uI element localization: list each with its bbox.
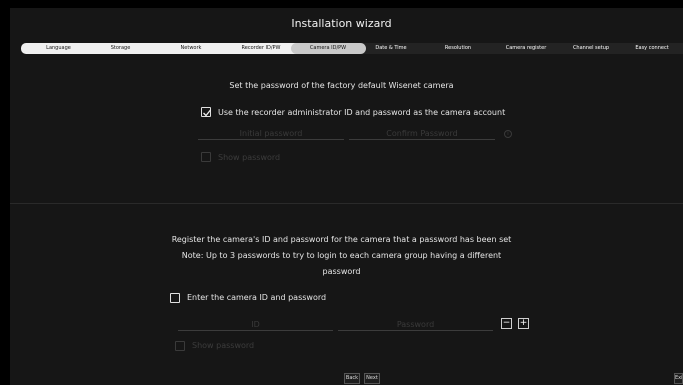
- step-channel-setup[interactable]: Channel setup: [556, 43, 626, 54]
- minus-button[interactable]: −: [501, 318, 512, 329]
- exit-button[interactable]: Exit: [674, 373, 683, 384]
- use-admin-checkbox[interactable]: [201, 107, 212, 117]
- section-divider: [10, 203, 683, 204]
- info-icon: i: [504, 130, 512, 138]
- step-date-time[interactable]: Date & Time: [361, 43, 421, 54]
- enter-camera-id-checkbox[interactable]: [170, 293, 180, 303]
- use-admin-label: Use the recorder administrator ID and pa…: [218, 108, 506, 117]
- register-show-password-label: Show password: [192, 341, 255, 350]
- plus-button[interactable]: +: [518, 318, 529, 329]
- step-camera-register[interactable]: Camera register: [491, 43, 561, 54]
- factory-show-password-label: Show password: [218, 153, 281, 162]
- factory-heading: Set the password of the factory default …: [229, 81, 454, 90]
- initial-password-field: Initial password: [198, 128, 344, 140]
- step-language[interactable]: Language: [31, 43, 86, 54]
- step-storage[interactable]: Storage: [93, 43, 148, 54]
- confirm-password-field: Confirm Password: [349, 128, 495, 140]
- window-title: Installation wizard: [291, 17, 392, 30]
- next-button[interactable]: Next: [364, 373, 380, 384]
- step-recorder-id-pw[interactable]: Recorder ID/PW: [226, 43, 296, 54]
- camera-id-field: ID: [178, 319, 333, 331]
- camera-password-field: Password: [338, 319, 493, 331]
- step-easy-connect[interactable]: Easy connect: [621, 43, 683, 54]
- checkmark-icon: [203, 109, 212, 117]
- enter-camera-id-label: Enter the camera ID and password: [187, 293, 327, 302]
- step-resolution[interactable]: Resolution: [423, 43, 493, 54]
- register-line-1: Register the camera's ID and password fo…: [171, 235, 512, 244]
- step-camera-id-pw[interactable]: Camera ID/PW: [293, 43, 363, 54]
- register-line-3: password: [322, 267, 361, 276]
- register-line-2: Note: Up to 3 passwords to try to login …: [181, 251, 502, 260]
- wizard-steps-bar: Language Storage Network Recorder ID/PW …: [21, 43, 683, 54]
- step-network[interactable]: Network: [161, 43, 221, 54]
- back-button[interactable]: Back: [344, 373, 360, 384]
- register-show-password-checkbox: [175, 341, 185, 351]
- factory-show-password-checkbox: [201, 152, 211, 162]
